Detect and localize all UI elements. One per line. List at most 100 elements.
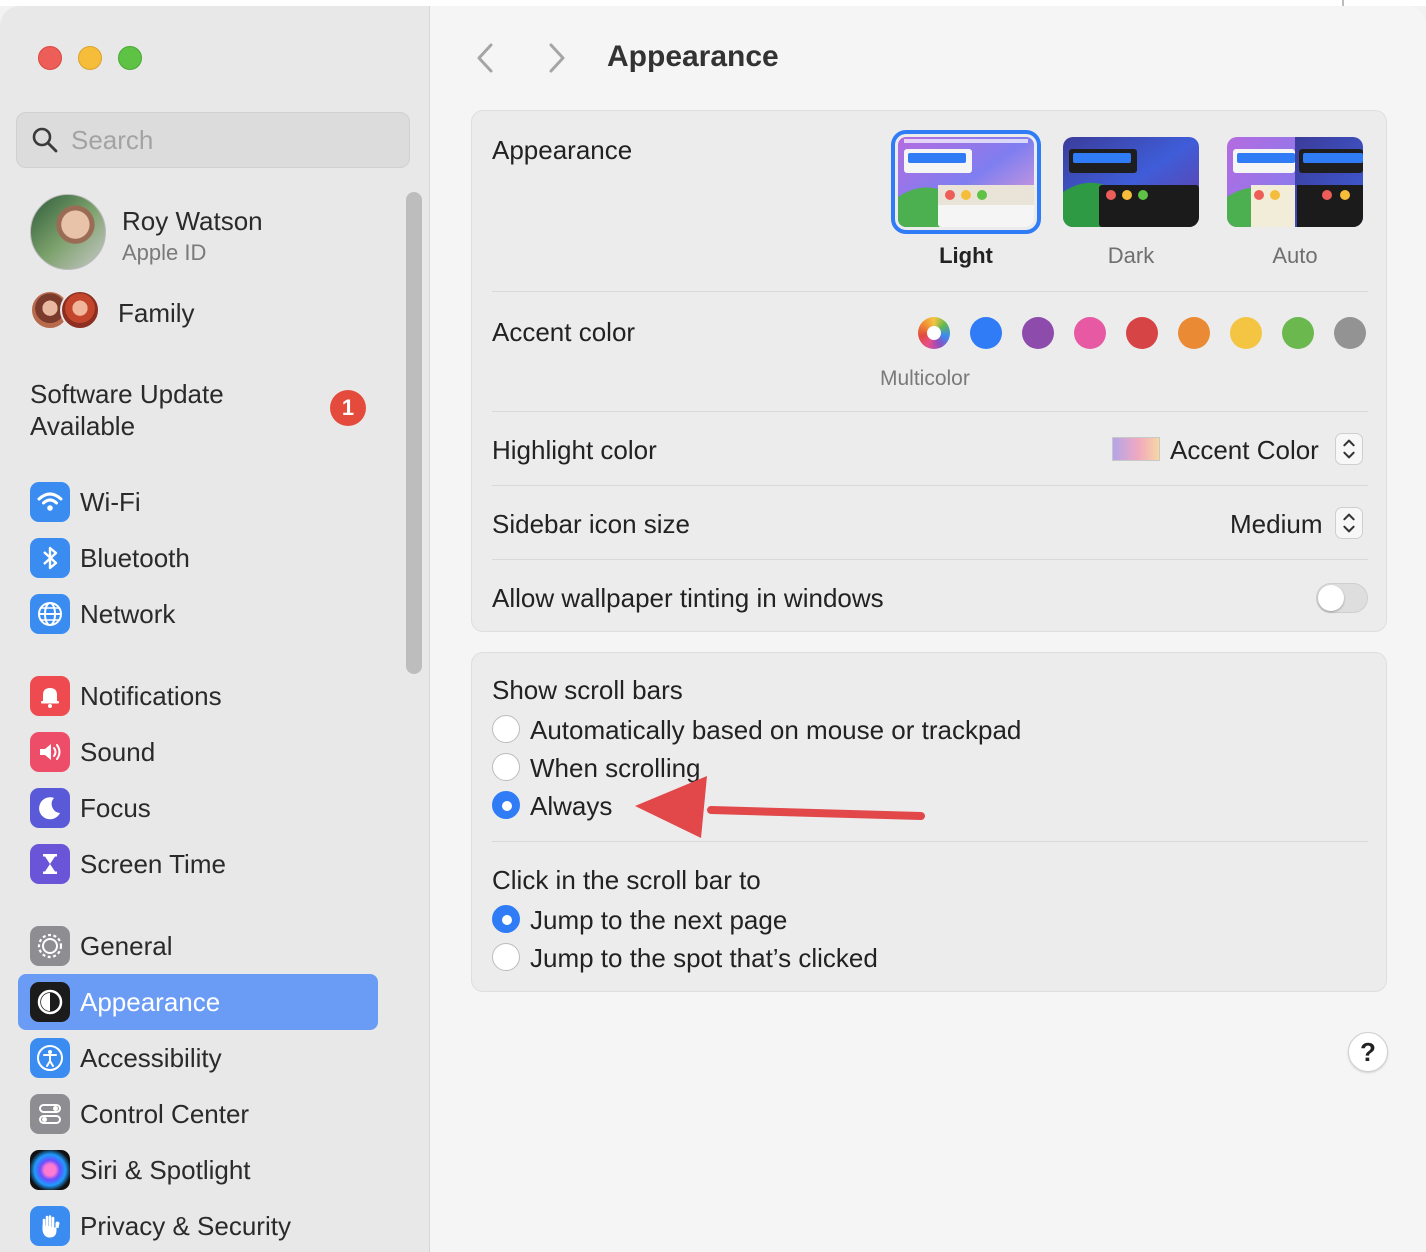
toggles-icon	[30, 1094, 70, 1134]
page-title: Appearance	[607, 40, 779, 73]
sidebar-item-appearance[interactable]: Appearance	[18, 974, 378, 1030]
sidebar-item-wifi[interactable]: Wi-Fi	[18, 474, 378, 530]
sidebar-item-screen-time[interactable]: Screen Time	[18, 836, 378, 892]
globe-icon	[30, 594, 70, 634]
accent-color-label: Accent color	[492, 317, 636, 347]
wifi-icon	[30, 482, 70, 522]
search-input[interactable]	[71, 113, 401, 167]
forward-button[interactable]	[541, 40, 571, 76]
software-update-item[interactable]: Software Update Available 1	[30, 378, 370, 448]
sidebar-item-label: Privacy & Security	[80, 1211, 291, 1241]
appearance-option-auto[interactable]	[1227, 137, 1363, 227]
click-jump-to-spot-radio[interactable]	[492, 943, 520, 971]
hand-icon	[30, 1206, 70, 1246]
click-jump-to-spot-label: Jump to the spot that’s clicked	[530, 943, 878, 973]
wallpaper-tinting-toggle[interactable]	[1316, 583, 1368, 613]
family-label: Family	[118, 298, 195, 328]
search-icon	[32, 127, 58, 153]
accent-yellow-swatch[interactable]	[1230, 317, 1262, 349]
accent-purple-swatch[interactable]	[1022, 317, 1054, 349]
show-scroll-bars-label: Show scroll bars	[492, 675, 683, 705]
sidebar-item-network[interactable]: Network	[18, 586, 378, 642]
accent-graphite-swatch[interactable]	[1334, 317, 1366, 349]
sidebar-item-bluetooth[interactable]: Bluetooth	[18, 530, 378, 586]
sidebar-item-control-center[interactable]: Control Center	[18, 1086, 378, 1142]
zoom-window-button[interactable]	[118, 46, 142, 70]
accent-blue-swatch[interactable]	[970, 317, 1002, 349]
hourglass-icon	[30, 844, 70, 884]
highlight-color-stepper-icon[interactable]	[1335, 433, 1363, 465]
sidebar-icon-size-stepper-icon[interactable]	[1335, 507, 1363, 539]
sidebar-scrollbar[interactable]	[406, 192, 422, 674]
sidebar-item-label: Focus	[80, 793, 151, 823]
apple-id-account[interactable]: Roy Watson Apple ID	[30, 194, 370, 270]
highlight-color-popup[interactable]: Accent Color	[1170, 435, 1319, 466]
sidebar-item-label: Sound	[80, 737, 156, 767]
sidebar-item-general[interactable]: General	[18, 918, 378, 974]
back-button[interactable]	[471, 40, 501, 76]
siri-icon	[30, 1150, 70, 1190]
sidebar-item-label: Wi-Fi	[80, 487, 141, 517]
window-controls	[38, 46, 142, 70]
accent-pink-swatch[interactable]	[1074, 317, 1106, 349]
appearance-option-light-label: Light	[939, 243, 993, 268]
appearance-option-dark-label: Dark	[1107, 243, 1155, 268]
account-subtitle: Apple ID	[122, 240, 207, 265]
divider	[492, 841, 1368, 842]
appearance-settings-group: Appearance Light Dark Auto Accent color …	[471, 110, 1387, 632]
divider	[492, 291, 1368, 292]
sidebar-item-label: Notifications	[80, 681, 222, 711]
scroll-bars-automatic-radio[interactable]	[492, 715, 520, 743]
gear-icon	[30, 926, 70, 966]
scroll-bars-always-radio[interactable]	[492, 791, 520, 819]
bell-icon	[30, 676, 70, 716]
family-item[interactable]: Family	[30, 288, 370, 338]
close-window-button[interactable]	[38, 46, 62, 70]
appearance-option-light[interactable]	[891, 130, 1041, 234]
sidebar-item-label: Screen Time	[80, 849, 226, 879]
sidebar-item-privacy-security[interactable]: Privacy & Security	[18, 1198, 378, 1252]
highlight-color-preview	[1112, 437, 1160, 461]
accessibility-icon	[30, 1038, 70, 1078]
sidebar-item-label: Network	[80, 599, 176, 629]
sidebar-icon-size-label: Sidebar icon size	[492, 509, 690, 539]
sidebar-item-label: Appearance	[80, 987, 221, 1017]
sidebar-item-siri-spotlight[interactable]: Siri & Spotlight	[18, 1142, 378, 1198]
divider	[492, 559, 1368, 560]
accent-selected-caption: Multicolor	[880, 367, 970, 390]
content-pane: Appearance Appearance Light Dark Auto Ac…	[431, 6, 1426, 1252]
sidebar-item-label: General	[80, 931, 173, 961]
sidebar-icon-size-popup[interactable]: Medium	[1230, 509, 1322, 540]
help-button[interactable]: ?	[1348, 1032, 1388, 1072]
sidebar-item-accessibility[interactable]: Accessibility	[18, 1030, 378, 1086]
accent-multicolor-swatch[interactable]	[918, 317, 950, 349]
appearance-option-dark[interactable]	[1063, 137, 1199, 227]
scroll-bars-when-scrolling-radio[interactable]	[492, 753, 520, 781]
sidebar-item-sound[interactable]: Sound	[18, 724, 378, 780]
minimize-window-button[interactable]	[78, 46, 102, 70]
appearance-label: Appearance	[492, 135, 633, 165]
click-scroll-bar-label: Click in the scroll bar to	[492, 865, 761, 895]
update-count-badge: 1	[330, 390, 366, 426]
sidebar-item-focus[interactable]: Focus	[18, 780, 378, 836]
scroll-bar-settings-group: Show scroll bars Automatically based on …	[471, 652, 1387, 992]
annotation-arrow-icon	[635, 776, 925, 838]
sidebar-item-label: Bluetooth	[80, 543, 190, 573]
speaker-icon	[30, 732, 70, 772]
avatar	[30, 194, 106, 270]
scroll-bars-automatic-label: Automatically based on mouse or trackpad	[530, 715, 1022, 745]
appearance-option-auto-label: Auto	[1272, 243, 1318, 268]
divider	[492, 411, 1368, 412]
accent-green-swatch[interactable]	[1282, 317, 1314, 349]
moon-icon	[30, 788, 70, 828]
click-jump-next-page-radio[interactable]	[492, 905, 520, 933]
bluetooth-icon	[30, 538, 70, 578]
accent-orange-swatch[interactable]	[1178, 317, 1210, 349]
sidebar-item-label: Control Center	[80, 1099, 250, 1129]
wallpaper-tinting-label: Allow wallpaper tinting in windows	[492, 583, 884, 613]
accent-red-swatch[interactable]	[1126, 317, 1158, 349]
account-name: Roy Watson	[122, 206, 263, 236]
search-field[interactable]	[16, 112, 410, 168]
divider	[492, 485, 1368, 486]
sidebar-item-notifications[interactable]: Notifications	[18, 668, 378, 724]
